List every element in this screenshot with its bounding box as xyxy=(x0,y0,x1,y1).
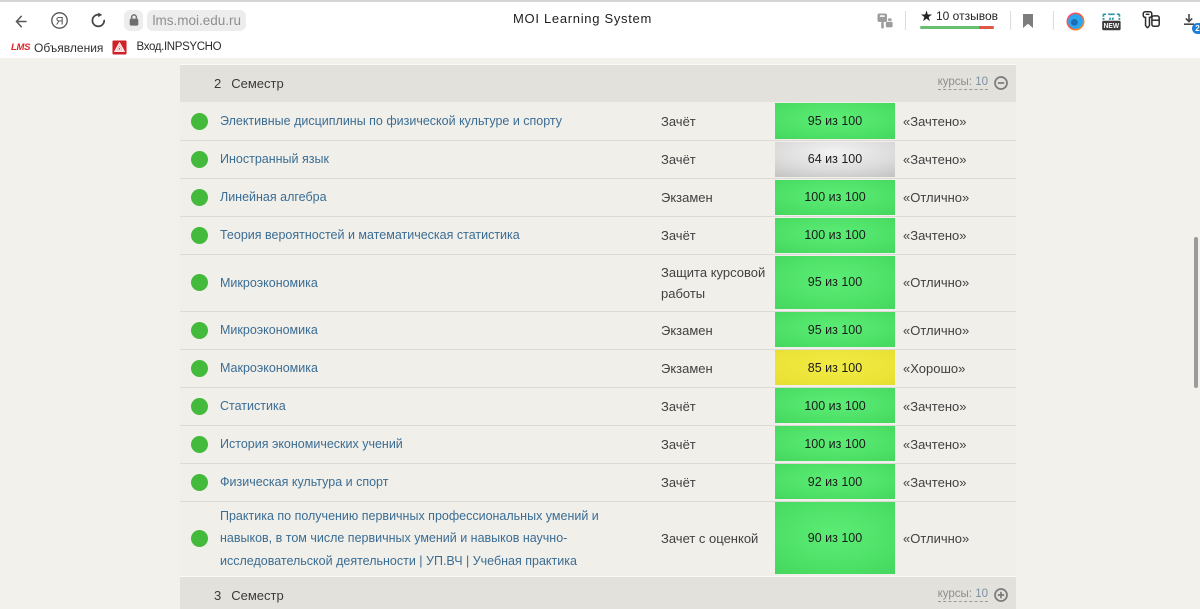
svg-text:Я: Я xyxy=(56,15,64,27)
svg-text:NEW: NEW xyxy=(1104,23,1120,30)
